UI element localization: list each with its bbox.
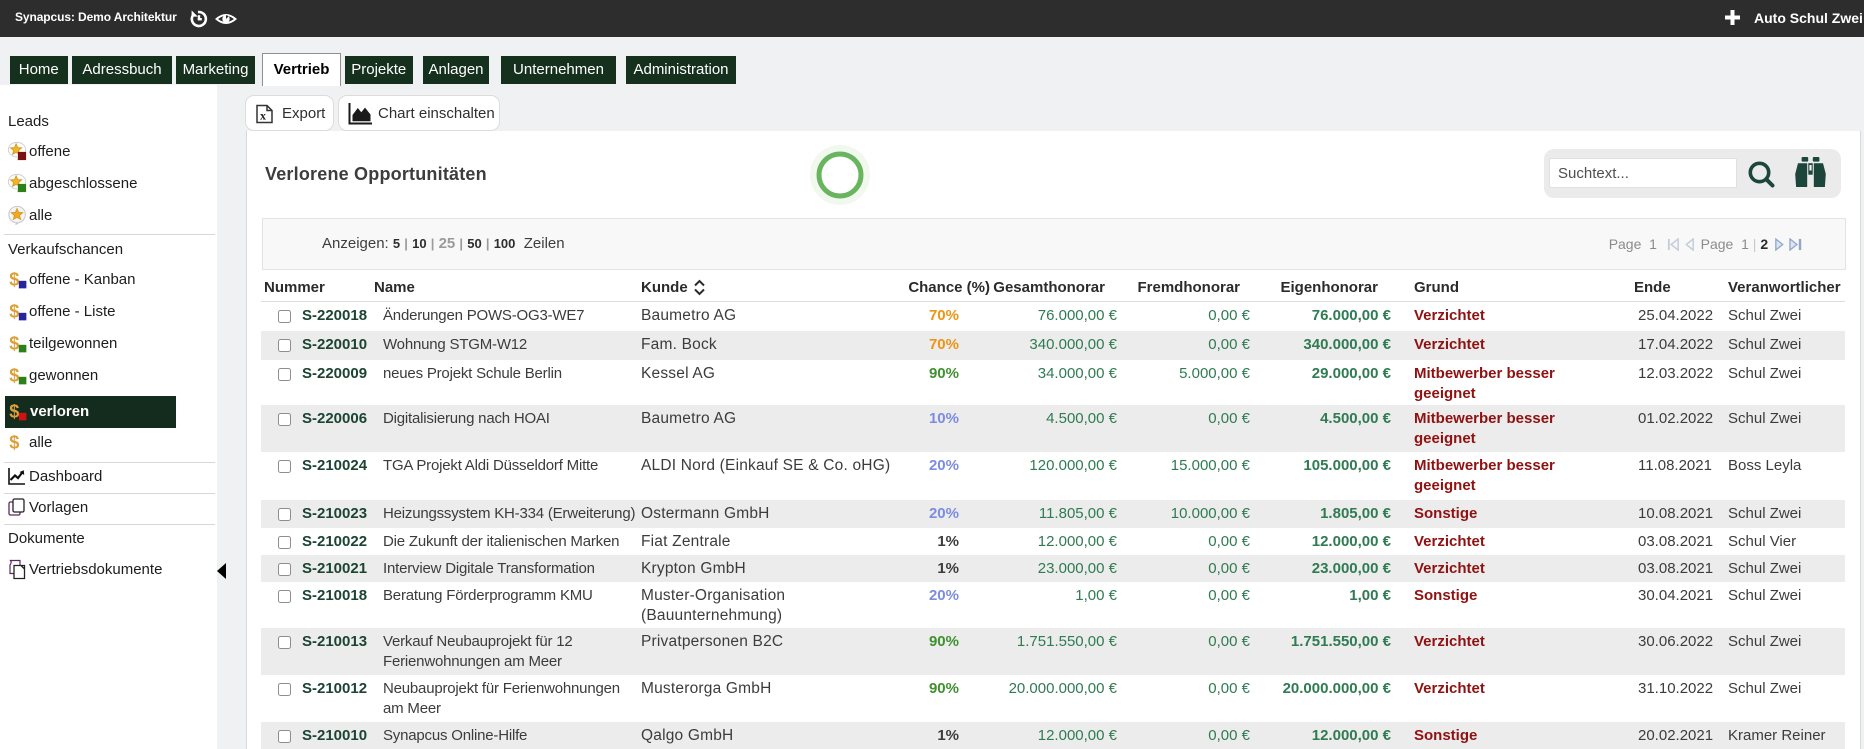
svg-text:$: $ xyxy=(9,365,19,385)
svg-text:$: $ xyxy=(9,269,19,289)
svg-text:$: $ xyxy=(9,401,19,421)
svg-text:$: $ xyxy=(9,333,19,353)
svg-text:$: $ xyxy=(9,432,19,452)
svg-text:$: $ xyxy=(9,301,19,321)
svg-text:x: x xyxy=(260,109,266,123)
